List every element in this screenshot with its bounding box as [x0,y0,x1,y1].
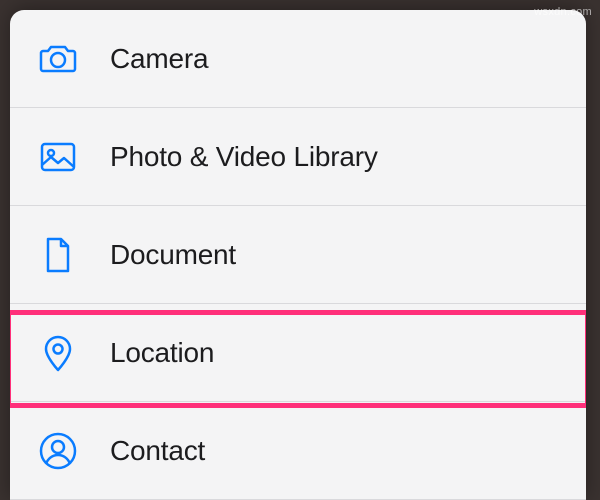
menu-item-label: Location [110,337,214,369]
location-icon [36,331,80,375]
watermark-text: wsxdn.com [534,6,592,18]
menu-item-label: Camera [110,43,208,75]
menu-item-camera[interactable]: Camera [10,10,586,108]
document-icon [36,233,80,277]
menu-item-label: Photo & Video Library [110,141,378,173]
camera-icon [36,37,80,81]
menu-item-location[interactable]: Location [10,304,586,402]
menu-item-label: Document [110,239,236,271]
photo-icon [36,135,80,179]
menu-item-document[interactable]: Document [10,206,586,304]
attachment-action-sheet: Camera Photo & Video Library Document [10,10,586,500]
menu-item-contact[interactable]: Contact [10,402,586,500]
menu-item-photo-library[interactable]: Photo & Video Library [10,108,586,206]
contact-icon [36,429,80,473]
menu-item-label: Contact [110,435,205,467]
